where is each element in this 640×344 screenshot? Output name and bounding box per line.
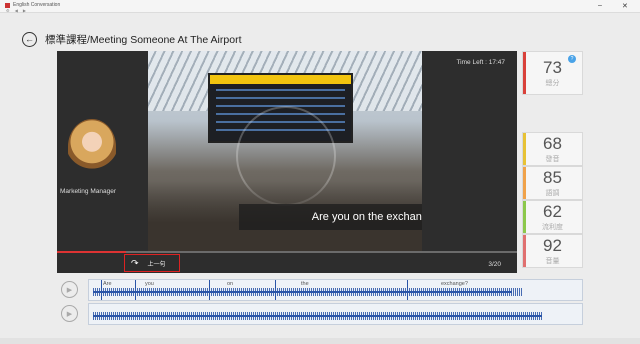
help-badge-icon[interactable]: ? [568, 55, 576, 63]
minimize-button[interactable]: – [598, 2, 602, 9]
word-boundary [407, 280, 408, 300]
score-label: 發音 [545, 155, 560, 163]
waveform-word[interactable]: exchange? [441, 281, 468, 287]
sentence-counter: 3/20 [488, 261, 501, 268]
word-boundary [209, 280, 210, 300]
score-value: 62 [543, 201, 562, 221]
sentence-caption: Are you on the exchange? [239, 204, 422, 230]
replay-icon[interactable]: ↷ [131, 258, 139, 269]
word-boundary [275, 280, 276, 300]
score-card-3[interactable]: 62 流利度 [522, 200, 583, 234]
score-value: 85 [543, 167, 562, 187]
playback-controls: ↷ 上一句 [124, 254, 180, 272]
lesson-stage: Are you on the exchange? Time Left : 17:… [57, 51, 517, 273]
score-card-1[interactable]: 68 發音 [522, 132, 583, 166]
page-header: ← 標準課程/Meeting Someone At The Airport [22, 30, 241, 48]
score-color-bar [523, 201, 526, 233]
score-label: 音量 [545, 257, 560, 265]
speaker-avatar [68, 119, 116, 179]
score-value: 92 [543, 235, 562, 255]
score-value: 68 [543, 133, 562, 153]
play-recording-icon[interactable]: ▶ [61, 305, 78, 322]
play-reference-icon[interactable]: ▶ [61, 281, 78, 298]
toolbar-icons[interactable]: ⚙ ◀ ▶ [6, 8, 28, 13]
score-label: 流利度 [542, 223, 563, 231]
score-color-bar [523, 52, 526, 94]
score-label: 語調 [545, 189, 560, 197]
page-title: 標準課程/Meeting Someone At The Airport [45, 33, 242, 46]
reference-waveform[interactable]: Are you on the exchange? [88, 279, 583, 301]
back-arrow-icon[interactable]: ← [22, 31, 37, 47]
score-card-0[interactable]: 73 總分? [522, 51, 583, 95]
score-card-2[interactable]: 85 語調 [522, 166, 583, 200]
speaker-role: Marketing Manager [60, 188, 116, 195]
score-color-bar [523, 167, 526, 199]
waveform-word[interactable]: on [227, 281, 233, 287]
waveform-word[interactable]: Are [103, 281, 112, 287]
close-button[interactable]: ✕ [622, 2, 628, 10]
score-color-bar [523, 235, 526, 267]
score-color-bar [523, 133, 526, 165]
time-left: Time Left : 17:47 [456, 59, 505, 66]
app-window: English Conversation ⚙ ◀ ▶ – ✕ ← 標準課程/Me… [0, 0, 640, 344]
previous-sentence-button[interactable]: 上一句 [148, 259, 166, 268]
waveform-word[interactable]: the [301, 281, 309, 287]
word-boundary [135, 280, 136, 300]
status-bar [0, 338, 640, 344]
airport-scene-image: Are you on the exchange? [148, 51, 422, 251]
score-value: 73 [543, 57, 562, 77]
title-bar: English Conversation ⚙ ◀ ▶ – ✕ [0, 0, 640, 13]
progress-track [57, 251, 517, 253]
recording-waveform[interactable] [88, 303, 583, 325]
waveform-word[interactable]: you [145, 281, 154, 287]
progress-fill [57, 251, 126, 253]
score-card-4[interactable]: 92 音量 [522, 234, 583, 268]
score-label: 總分 [545, 79, 560, 87]
word-boundary [101, 280, 102, 300]
